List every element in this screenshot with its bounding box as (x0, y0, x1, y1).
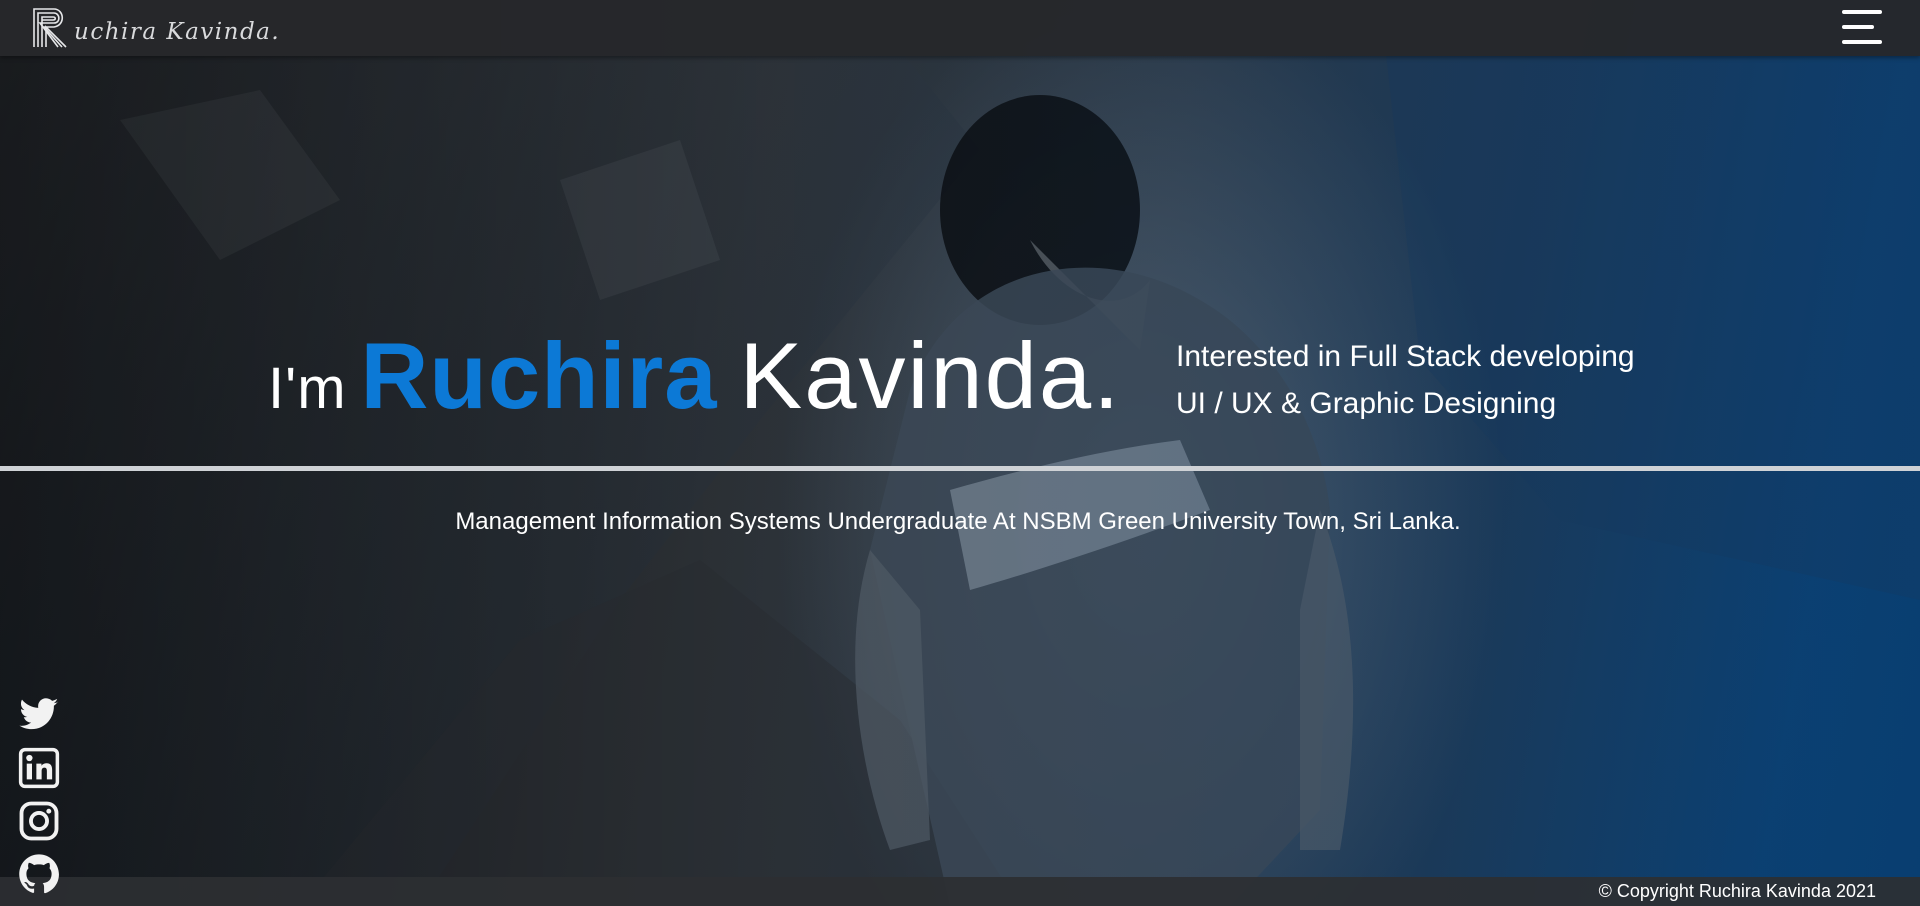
logo-r-icon (33, 8, 67, 48)
instagram-icon (19, 801, 59, 841)
footer: © Copyright Ruchira Kavinda 2021 (0, 877, 1920, 906)
hamburger-menu-icon[interactable] (1842, 10, 1882, 44)
menu-line (1842, 10, 1882, 14)
brand-logo-link[interactable]: uchira Kavinda. (32, 6, 280, 50)
greeting: I'm (268, 356, 347, 421)
menu-line (1842, 25, 1874, 29)
last-name: Kavinda. (739, 323, 1122, 428)
twitter-icon (19, 698, 59, 730)
interest-line: UI / UX & Graphic Designing (1176, 387, 1557, 420)
menu-line (1842, 40, 1882, 44)
brand-name: uchira Kavinda. (74, 19, 281, 45)
tagline-text: Management Information Systems Undergrad… (455, 508, 1461, 535)
page: uchira Kavinda. I'm Ruchira Kavinda. Inter… (0, 0, 1920, 906)
github-link[interactable] (18, 853, 60, 895)
instagram-link[interactable] (18, 800, 60, 842)
linkedin-icon (18, 747, 60, 789)
top-navbar: uchira Kavinda. (0, 0, 1920, 56)
linkedin-link[interactable] (18, 747, 60, 789)
hero-divider (0, 466, 1920, 471)
interest-line: Interested in Full Stack developing (1176, 340, 1635, 373)
copyright-text: © Copyright Ruchira Kavinda 2021 (1598, 881, 1876, 901)
twitter-link[interactable] (18, 694, 60, 736)
github-icon (19, 854, 59, 894)
first-name: Ruchira (360, 323, 718, 428)
hero-tint-overlay (0, 0, 1920, 906)
hero-headline: I'm Ruchira Kavinda. (268, 322, 1121, 430)
hero-tagline: Management Information Systems Undergrad… (0, 508, 1920, 536)
interests-block: Interested in Full Stack developing UI /… (1176, 333, 1635, 427)
social-links (18, 694, 60, 906)
